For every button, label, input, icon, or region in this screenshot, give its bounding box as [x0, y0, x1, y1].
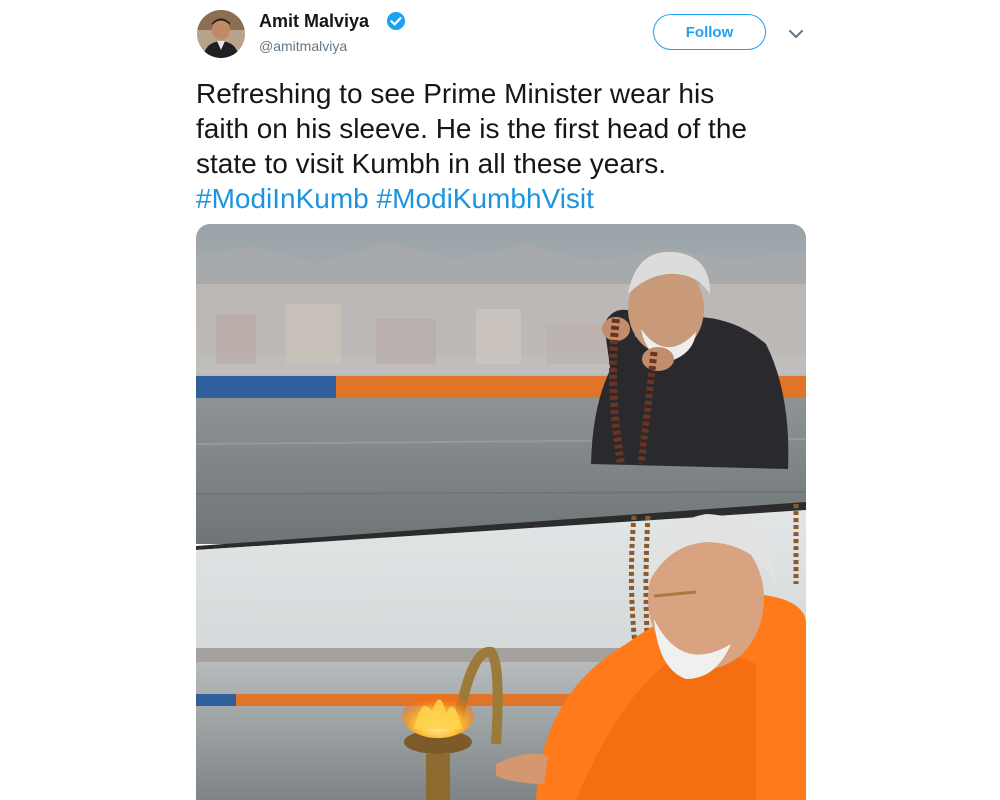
hashtag-link[interactable]: #ModiKumbhVisit	[377, 183, 594, 214]
photo-river-prayer[interactable]	[196, 224, 806, 544]
follow-button[interactable]: Follow	[653, 14, 766, 50]
tweet-text-line: faith on his sleeve. He is the first hea…	[196, 113, 747, 144]
profile-photo-icon	[197, 10, 245, 58]
verified-badge-icon	[387, 12, 405, 30]
display-name[interactable]: Amit Malviya	[259, 10, 369, 32]
hashtag-link[interactable]: #ModiInKumb	[196, 183, 369, 214]
tweet-text-line: Refreshing to see Prime Minister wear hi…	[196, 78, 715, 109]
hashtag-line: #ModiInKumb #ModiKumbhVisit	[196, 181, 806, 216]
tweet-card: Amit Malviya @amitmalviya Follow Refresh…	[0, 0, 1000, 800]
avatar[interactable]	[197, 10, 245, 58]
chevron-down-icon[interactable]	[786, 24, 806, 44]
user-handle[interactable]: @amitmalviya	[259, 37, 347, 55]
tweet-media[interactable]	[196, 224, 806, 800]
tweet-text: Refreshing to see Prime Minister wear hi…	[196, 76, 806, 216]
photo-aarti[interactable]	[196, 503, 806, 800]
tweet-text-line: state to visit Kumbh in all these years.	[196, 148, 666, 179]
